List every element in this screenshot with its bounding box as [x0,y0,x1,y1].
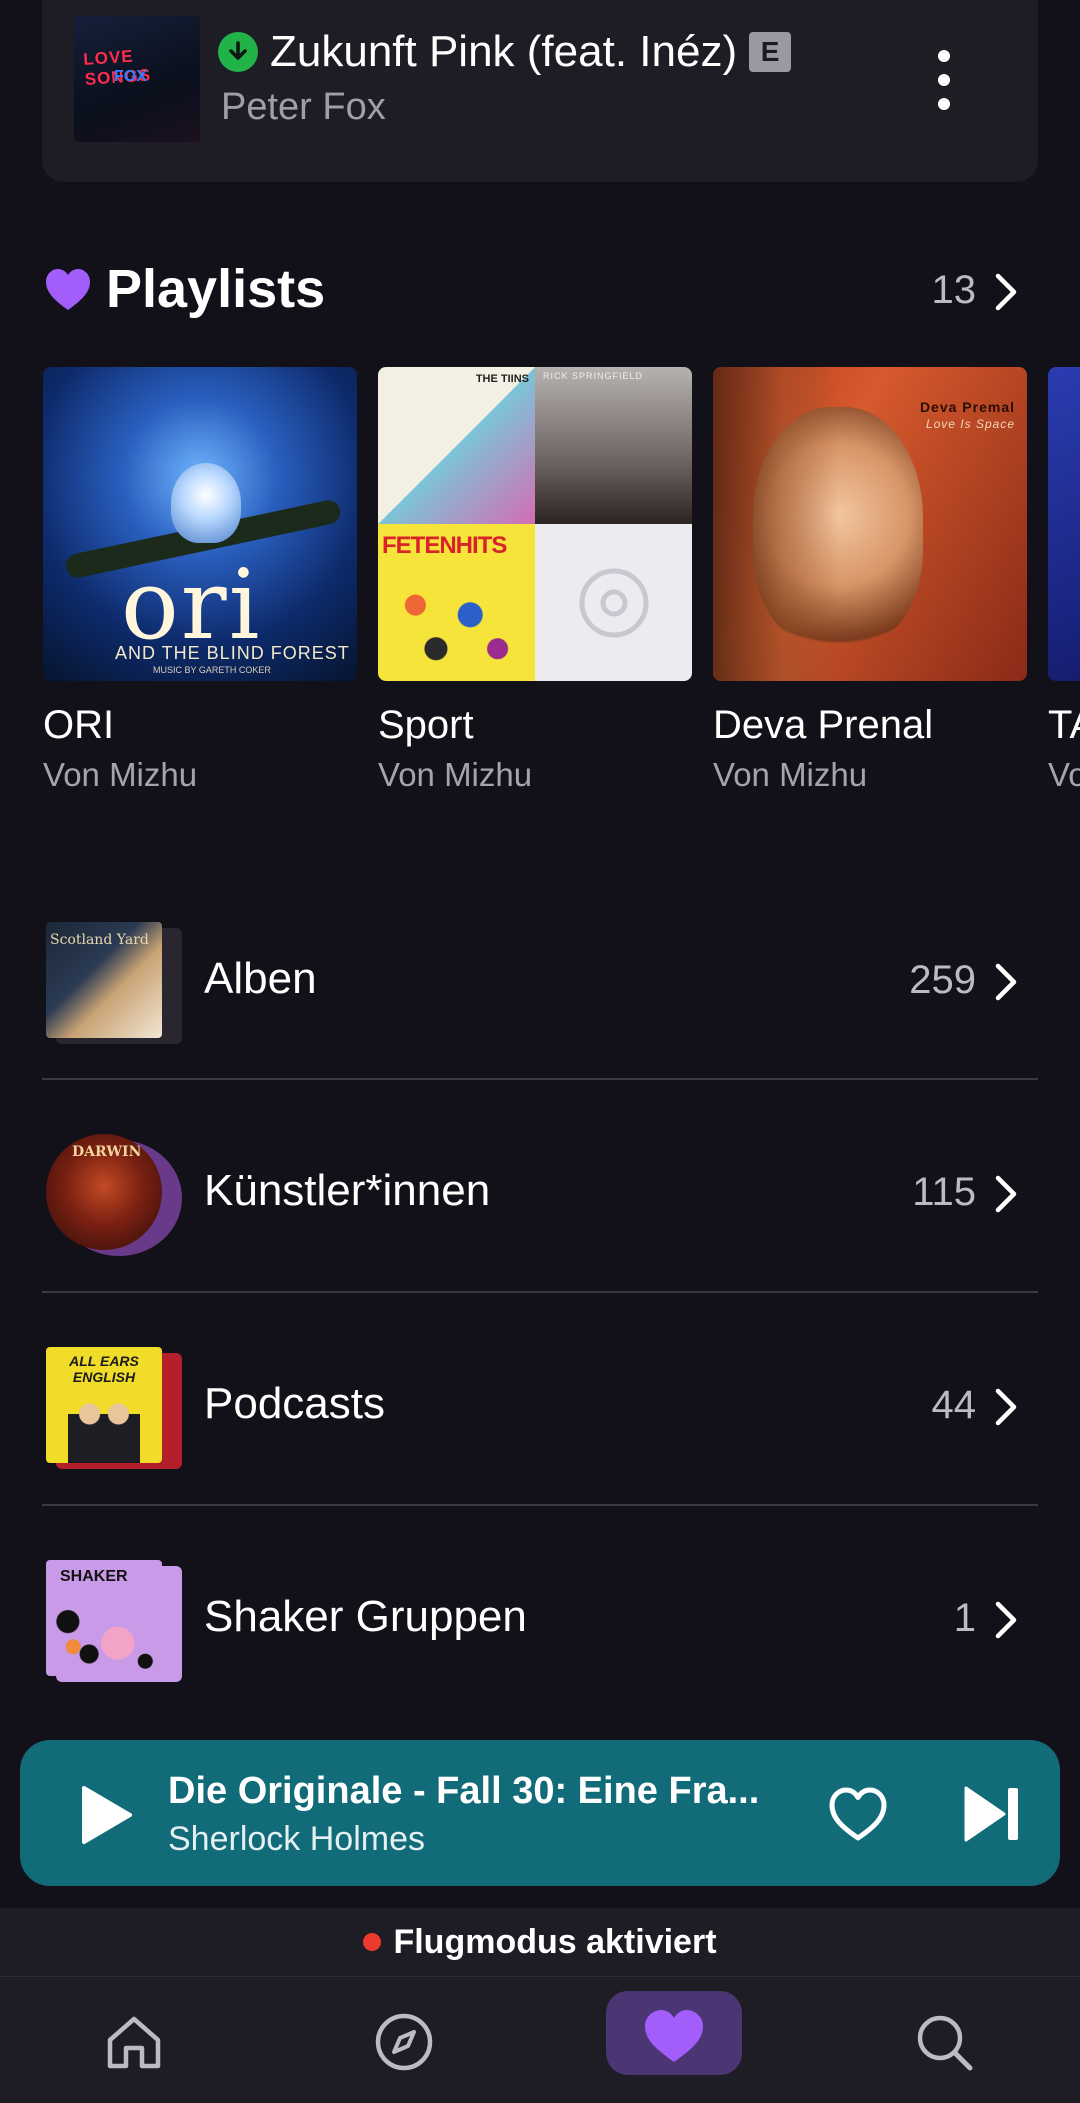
row-label: Alben [204,954,317,1003]
row-label: Shaker Gruppen [204,1592,527,1641]
cover-text: ALL EARS ENGLISH [69,1353,139,1385]
track-title-row: Zukunft Pink (feat. Inéz) E [218,24,792,80]
cover-text: SHAKER [60,1568,128,1585]
chevron-right-icon [995,1601,1017,1639]
artists-thumbnail: DARWIN [46,1134,162,1250]
library-row-artists[interactable]: DARWIN Künstler*innen 115 [42,1080,1038,1292]
library-row-albums[interactable]: Scotland Yard Alben 259 [42,868,1038,1080]
cover-text: AND THE BLIND FOREST [115,643,350,663]
cover-text: DARWIN [72,1144,142,1160]
playlist-cover: Deva Premal Love Is Space [713,367,1027,681]
row-label: Podcasts [204,1379,385,1428]
cover-text: FOX [114,68,147,85]
chevron-right-icon [995,1175,1017,1213]
cover-text: RICK SPRINGFIELD [543,371,644,381]
mini-player-title[interactable]: Die Originale - Fall 30: Eine Fra... [168,1770,759,1813]
row-count: 259 [909,958,976,1002]
status-bar: Flugmodus aktiviert [0,1908,1080,1976]
playlist-name: ORI [43,703,115,747]
cover-text: THE TIINS [475,373,529,385]
downloaded-icon [218,32,258,72]
cover-text: Love Is Space [925,417,1015,431]
offline-indicator [363,1933,382,1951]
playlist-card-sport[interactable]: THE TIINS RICK SPRINGFIELD FETENHITS Spo… [378,367,692,794]
bottom-navigation [0,1976,1080,2103]
chevron-right-icon[interactable] [988,268,1024,316]
play-icon[interactable] [70,1780,140,1850]
playlist-owner: Von Mizhu [43,756,198,793]
library-heart-icon[interactable] [642,2005,706,2069]
cover-text: Deva Premal [919,399,1015,415]
track-artist[interactable]: Peter Fox [221,86,386,129]
playlist-name: Deva Prenal [713,703,934,747]
more-options-icon[interactable] [924,50,964,110]
chevron-right-icon [995,963,1017,1001]
cover-text: MUSIC BY GARETH COKER [153,665,271,675]
search-icon[interactable] [912,2010,976,2074]
row-label: Künstler*innen [204,1166,491,1215]
playlist-card-deva[interactable]: Deva Premal Love Is Space Deva Prenal Vo… [713,367,1027,794]
row-count: 115 [912,1170,976,1214]
row-count: 1 [953,1596,976,1640]
mini-player-artist[interactable]: Sherlock Holmes [168,1820,425,1859]
explicit-badge: E [749,32,792,72]
playlists-count: 13 [931,268,977,312]
podcasts-thumbnail: ALL EARS ENGLISH [46,1347,162,1463]
playlist-name: Sport [378,703,474,747]
track-title[interactable]: Zukunft Pink (feat. Inéz) [270,27,737,77]
shaker-thumbnail: SHAKER [46,1560,162,1676]
mini-player[interactable]: Die Originale - Fall 30: Eine Fra... She… [20,1740,1060,1886]
playlists-header[interactable]: Playlists 13 [44,258,1024,326]
playlist-cover [1048,367,1080,681]
playlist-card-ori[interactable]: ori AND THE BLIND FOREST MUSIC BY GARETH… [43,367,357,794]
section-title: Playlists [106,259,326,319]
playlist-name: TA [1048,703,1080,747]
playlist-owner: Von Mizhu [378,756,533,793]
playlist-cover: ori AND THE BLIND FOREST MUSIC BY GARETH… [43,367,357,681]
home-icon[interactable] [102,2010,166,2074]
playlist-owner: Von Mizhu [713,756,868,793]
airplane-mode-text: Flugmodus aktiviert [393,1922,717,1961]
cover-text: FETENHITS [382,532,507,559]
heart-outline-icon[interactable] [826,1784,890,1844]
playlist-owner: Vo [1048,756,1080,793]
library-screen: LOVE SONGS FOX Zukunft Pink (feat. Inéz)… [0,0,1080,2103]
skip-next-icon[interactable] [960,1782,1024,1846]
playlist-card-partial[interactable]: TA Vo [1048,367,1080,794]
playlist-cover: THE TIINS RICK SPRINGFIELD FETENHITS [378,367,692,681]
placeholder-cover-icon [579,568,648,637]
library-row-shaker-groups[interactable]: SHAKER Shaker Gruppen 1 [42,1506,1038,1718]
cover-text: Scotland Yard [50,932,149,948]
library-row-podcasts[interactable]: ALL EARS ENGLISH Podcasts 44 [42,1293,1038,1505]
chevron-right-icon [995,1388,1017,1426]
track-cover-art[interactable]: LOVE SONGS FOX [74,16,200,142]
heart-icon [46,269,90,310]
row-count: 44 [931,1383,977,1427]
albums-thumbnail: Scotland Yard [46,922,162,1038]
explore-icon[interactable] [372,2010,436,2074]
